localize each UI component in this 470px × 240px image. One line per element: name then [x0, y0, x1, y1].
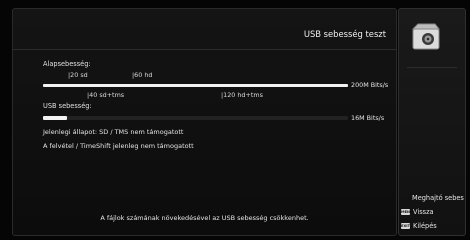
- legend-back-label: Vissza: [413, 208, 434, 216]
- usb-drive-icon: [411, 23, 441, 50]
- footer-note: A fájlok számának növekedésével az USB s…: [100, 214, 309, 222]
- base-speed-value: 200M Bits/s: [351, 81, 389, 89]
- base-speed-label: Alapsebesség:: [43, 60, 91, 68]
- usb-speed-bar: [43, 116, 348, 120]
- marker-20-sd: |20 sd: [68, 71, 88, 79]
- legend-exit-label: Kilépés: [413, 222, 437, 230]
- side-panel: Meghajtó sebes MENUVissza EXIT Kilépés: [398, 8, 466, 236]
- side-divider: [407, 67, 457, 68]
- legend-back[interactable]: MENUVissza: [401, 208, 434, 216]
- usb-speed-label: USB sebesség:: [43, 102, 92, 110]
- marker-40-sd-tms: |40 sd+tms: [87, 91, 125, 99]
- base-speed-bar: [43, 84, 348, 87]
- legend-drive-speed-label: Meghajtó sebes: [412, 194, 464, 202]
- main-panel: USB sebesség teszt Alapsebesség: |20 sd …: [12, 8, 397, 236]
- title-divider: [13, 49, 396, 50]
- usb-speed-test-screen: USB sebesség teszt Alapsebesség: |20 sd …: [0, 0, 470, 240]
- page-title: USB sebesség teszt: [303, 29, 386, 39]
- marker-120-hd-tms: |120 hd+tms: [221, 91, 263, 99]
- menu-key-icon: MENU: [401, 209, 413, 215]
- marker-60-hd: |60 hd: [132, 71, 153, 79]
- status-current: Jelenlegi állapot: SD / TMS nem támogato…: [43, 128, 184, 136]
- exit-key-icon: EXIT: [401, 223, 411, 229]
- legend-exit[interactable]: EXIT Kilépés: [401, 222, 437, 230]
- usb-speed-bar-fill: [43, 116, 68, 120]
- status-record: A felvétel / TimeShift jelenleg nem támo…: [43, 142, 194, 150]
- base-speed-bar-fill: [43, 84, 348, 87]
- usb-speed-value: 16M Bits/s: [351, 114, 385, 122]
- legend-drive-speed[interactable]: Meghajtó sebes: [401, 194, 464, 202]
